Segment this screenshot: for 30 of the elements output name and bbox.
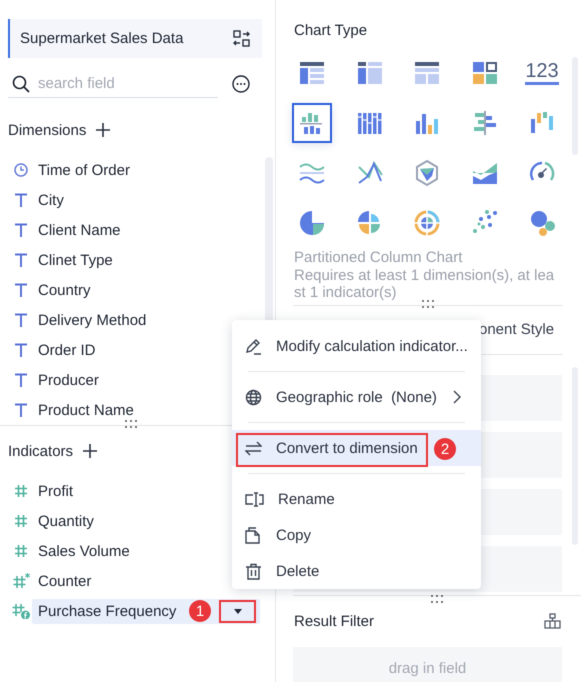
field-item[interactable]: Quantity — [32, 508, 100, 534]
field-item[interactable]: City — [32, 188, 70, 212]
field-item[interactable]: Profit — [32, 478, 80, 504]
section-title: Dimensions — [8, 122, 86, 138]
field-item[interactable]: Clinet Type — [32, 248, 119, 272]
dataset-title: Supermarket Sales Data — [20, 30, 184, 47]
section-title: Indicators — [8, 442, 74, 460]
field-item[interactable]: Client Name — [32, 218, 127, 242]
search-field[interactable]: search field — [8, 70, 218, 98]
dataset-header[interactable]: Supermarket Sales Data — [8, 19, 262, 58]
field-item[interactable]: Time of Order — [32, 158, 136, 182]
field-item[interactable]: Order ID — [32, 338, 102, 362]
menu-item[interactable]: Modify calculation indicator... — [232, 328, 481, 364]
section-title: Chart Type — [294, 22, 368, 41]
field-item[interactable]: Delivery Method — [32, 308, 152, 332]
step-badge: 2 — [434, 438, 456, 460]
menu-item[interactable]: Rename — [232, 481, 481, 517]
menu-item[interactable]: Copy — [232, 517, 481, 553]
chart-type-option[interactable]: 123 — [522, 53, 562, 93]
menu-item[interactable]: Geographic role (None) — [232, 379, 481, 415]
menu-item[interactable]: Convert to dimension 2 — [232, 430, 481, 466]
field-item[interactable]: Country — [32, 278, 97, 302]
field-item[interactable]: Counter — [32, 568, 98, 594]
menu-item[interactable]: Delete — [232, 553, 481, 589]
field-item[interactable]: Product Name — [32, 398, 140, 422]
chart-type-requirement: Requires at least 1 dimension(s), at least 1 indicator(s) — [294, 266, 556, 302]
section-title: Result Filter — [294, 612, 374, 630]
field-item[interactable]: Sales Volume — [32, 538, 136, 564]
chart-type-name: Partitioned Column Chart — [294, 249, 464, 266]
field-item[interactable]: Producer — [32, 368, 105, 392]
